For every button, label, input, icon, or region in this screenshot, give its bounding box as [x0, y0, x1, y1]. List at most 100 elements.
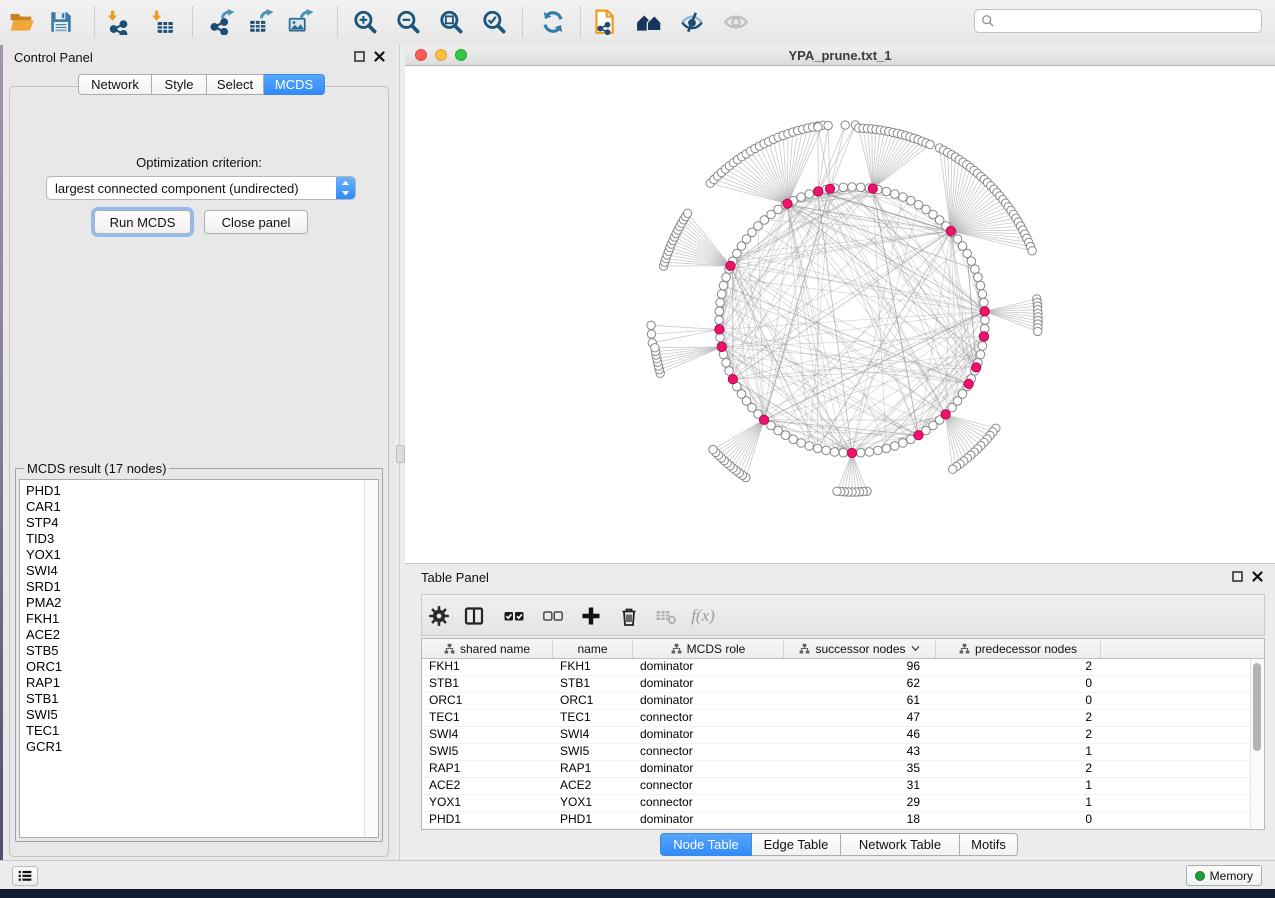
- mcds-result-list[interactable]: PHD1CAR1STP4TID3YOX1SWI4SRD1PMA2FKH1ACE2…: [20, 480, 365, 837]
- mcds-result-item[interactable]: YOX1: [20, 547, 365, 563]
- float-panel-button[interactable]: [354, 50, 367, 63]
- table-header-row: shared namename MCDS role successor nodesp…: [422, 639, 1264, 659]
- mcds-list-scrollbar[interactable]: [364, 480, 378, 837]
- network-window-titlebar[interactable]: YPA_prune.txt_1: [405, 45, 1275, 66]
- table-row[interactable]: SWI5SWI5connector431: [422, 744, 1251, 761]
- mcds-result-item[interactable]: SWI5: [20, 707, 365, 723]
- import-network-button[interactable]: [102, 6, 134, 38]
- sitemap-icon: [444, 643, 455, 654]
- run-mcds-button[interactable]: Run MCDS: [94, 210, 191, 234]
- panel-splitter[interactable]: [395, 45, 405, 860]
- import-table-button[interactable]: [146, 6, 178, 38]
- tab-mcds[interactable]: MCDS: [264, 74, 325, 95]
- export-table-button[interactable]: [245, 6, 277, 38]
- mcds-result-item[interactable]: CAR1: [20, 499, 365, 515]
- float-table-panel-button[interactable]: [1232, 570, 1245, 583]
- search-input[interactable]: [1000, 13, 1255, 29]
- table-row[interactable]: SWI4SWI4dominator462: [422, 727, 1251, 744]
- table-row[interactable]: TEC1TEC1connector472: [422, 710, 1251, 727]
- memory-button[interactable]: Memory: [1186, 865, 1262, 886]
- zoom-out-button[interactable]: [392, 6, 424, 38]
- zoom-selected-button[interactable]: [478, 6, 510, 38]
- save-session-button[interactable]: [45, 6, 77, 38]
- zoom-fit-button[interactable]: [435, 6, 467, 38]
- table-row[interactable]: STB1STB1dominator620: [422, 676, 1251, 693]
- home-button[interactable]: [633, 6, 665, 38]
- table-cell-filler: [1101, 761, 1251, 777]
- table-row[interactable]: RAP1RAP1dominator352: [422, 761, 1251, 778]
- column-header-successor-nodes[interactable]: successor nodes: [784, 639, 936, 658]
- sitemap-icon: [959, 643, 970, 654]
- optimization-criterion-select[interactable]: largest connected component (undirected): [46, 176, 356, 200]
- table-cell: RAP1: [422, 761, 553, 777]
- table-toolbar: f(x): [421, 594, 1265, 636]
- search-box[interactable]: [974, 9, 1262, 33]
- mcds-result-item[interactable]: ACE2: [20, 627, 365, 643]
- export-network-button[interactable]: [206, 6, 238, 38]
- table-scrollbar[interactable]: [1250, 659, 1264, 829]
- mcds-result-item[interactable]: FKH1: [20, 611, 365, 627]
- show-columns-button[interactable]: [461, 603, 487, 629]
- toolbar-separator: [192, 7, 193, 37]
- mcds-result-item[interactable]: TID3: [20, 531, 365, 547]
- criterion-label: Optimization criterion:: [10, 155, 388, 170]
- table-cell: dominator: [633, 727, 784, 743]
- tab-style[interactable]: Style: [152, 74, 207, 95]
- table-cell: 35: [784, 761, 936, 777]
- apply-layout-button[interactable]: [537, 6, 569, 38]
- splitter-grip[interactable]: [396, 445, 405, 463]
- mcds-result-item[interactable]: TEC1: [20, 723, 365, 739]
- mcds-result-item[interactable]: RAP1: [20, 675, 365, 691]
- show-panels-menu-button[interactable]: [12, 866, 38, 886]
- zoom-in-button[interactable]: [349, 6, 381, 38]
- tab-edge-table[interactable]: Edge Table: [752, 833, 841, 856]
- settings-button[interactable]: [426, 603, 452, 629]
- mcds-result-item[interactable]: ORC1: [20, 659, 365, 675]
- toolbar-separator: [522, 7, 523, 37]
- column-header-name[interactable]: name: [553, 639, 633, 658]
- close-icon: [374, 51, 385, 62]
- unselect-all-button[interactable]: [540, 603, 566, 629]
- mcds-result-item[interactable]: SWI4: [20, 563, 365, 579]
- mcds-result-item[interactable]: PHD1: [20, 480, 365, 499]
- table-cell: PHD1: [422, 812, 553, 828]
- mcds-result-item[interactable]: STB5: [20, 643, 365, 659]
- network-canvas[interactable]: [405, 66, 1275, 563]
- tab-node-table[interactable]: Node Table: [660, 833, 752, 856]
- hide-graphics-button[interactable]: [676, 6, 708, 38]
- tab-select[interactable]: Select: [207, 74, 264, 95]
- column-header-mcds-role[interactable]: MCDS role: [633, 639, 784, 658]
- tab-network[interactable]: Network: [78, 74, 152, 95]
- close-table-panel-button[interactable]: [1252, 570, 1265, 583]
- mcds-result-item[interactable]: PMA2: [20, 595, 365, 611]
- mcds-result-item[interactable]: STP4: [20, 515, 365, 531]
- mcds-result-item[interactable]: SRD1: [20, 579, 365, 595]
- open-file-button[interactable]: [6, 6, 38, 38]
- tab-motifs[interactable]: Motifs: [960, 833, 1018, 856]
- network-from-document-button[interactable]: [588, 6, 620, 38]
- table-row[interactable]: YOX1YOX1connector291: [422, 795, 1251, 812]
- toolbar-separator: [94, 7, 95, 37]
- table-row[interactable]: ACE2ACE2connector311: [422, 778, 1251, 795]
- add-row-button[interactable]: [578, 603, 604, 629]
- export-image-button[interactable]: [285, 6, 317, 38]
- table-row[interactable]: PHD1PHD1dominator180: [422, 812, 1251, 829]
- mcds-result-item[interactable]: STB1: [20, 691, 365, 707]
- table-cell: 1: [936, 744, 1101, 760]
- select-all-icon: [502, 605, 526, 627]
- scrollbar-thumb[interactable]: [1253, 663, 1261, 751]
- close-mcds-panel-button[interactable]: Close panel: [204, 210, 308, 234]
- delete-row-button[interactable]: [616, 603, 642, 629]
- control-panel-header: Control Panel: [3, 45, 395, 71]
- table-row[interactable]: ORC1ORC1dominator610: [422, 693, 1251, 710]
- node-table: shared namename MCDS role successor nodesp…: [421, 638, 1265, 830]
- mcds-result-item[interactable]: GCR1: [20, 739, 365, 755]
- column-header-predecessor-nodes[interactable]: predecessor nodes: [936, 639, 1101, 658]
- column-label: MCDS role: [687, 642, 746, 656]
- table-cell-filler: [1101, 778, 1251, 794]
- select-all-button[interactable]: [501, 603, 527, 629]
- table-row[interactable]: FKH1FKH1dominator962: [422, 659, 1251, 676]
- close-panel-button[interactable]: [374, 50, 387, 63]
- column-header-shared-name[interactable]: shared name: [422, 639, 553, 658]
- tab-network-table[interactable]: Network Table: [841, 833, 960, 856]
